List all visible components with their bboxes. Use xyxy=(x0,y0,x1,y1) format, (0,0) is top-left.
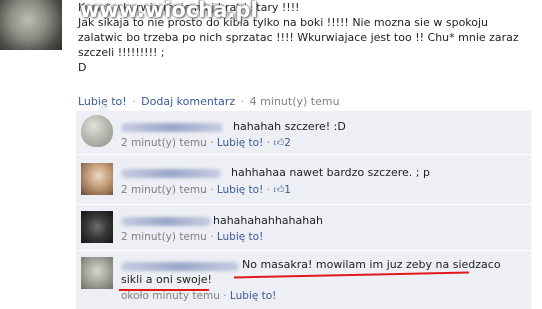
meta-separator: · xyxy=(210,184,214,196)
commenter-avatar[interactable] xyxy=(81,163,113,195)
comment-like-link[interactable]: Lubię to! xyxy=(230,290,276,302)
comment-list: hahahah szczere! :D 2 minut(y) temu · Lu… xyxy=(76,111,531,309)
thumbs-up-icon: 👍︎ xyxy=(273,184,285,196)
add-comment-link[interactable]: Dodaj komentarz xyxy=(141,95,235,108)
commenter-avatar[interactable] xyxy=(81,115,113,147)
comment-list-pointer xyxy=(96,104,110,111)
comment-text: hahahahahhahahah xyxy=(213,214,323,227)
commenter-avatar[interactable] xyxy=(81,211,113,243)
comment-text-line1: No masakra! mowilam im juz zeby na siedz… xyxy=(242,258,501,271)
commenter-name-blurred[interactable] xyxy=(121,169,221,178)
comment-like-count[interactable]: 1 xyxy=(284,184,291,196)
comment-text: hahahah szczere! :D xyxy=(233,120,346,133)
comment-meta: 2 minut(y) temu · Lubię to! · 👍︎2 xyxy=(121,136,291,149)
comment-timestamp[interactable]: 2 minut(y) temu xyxy=(121,137,207,149)
comment-text-line2: sikli a oni swoje! xyxy=(121,273,212,286)
highlight-underline xyxy=(234,271,469,279)
comment-meta: 2 minut(y) temu · Lubię to! · 👍︎1 xyxy=(121,183,291,196)
post-author-avatar[interactable] xyxy=(0,0,62,50)
comment-meta: około minuty temu · Lubię to! xyxy=(121,290,276,302)
post-body-text: Kurw* wkurwia mnie moj brat i stary !!!!… xyxy=(78,1,519,74)
meta-separator: · xyxy=(240,95,245,108)
comment-like-count[interactable]: 2 xyxy=(284,137,291,149)
meta-separator: · xyxy=(132,95,136,108)
post-timestamp[interactable]: 4 minut(y) temu xyxy=(250,95,340,108)
comment-item: hahahah szczere! :D 2 minut(y) temu · Lu… xyxy=(76,111,531,153)
meta-separator: · xyxy=(210,137,214,149)
comment-timestamp[interactable]: 2 minut(y) temu xyxy=(121,231,207,243)
commenter-avatar[interactable] xyxy=(81,257,113,289)
commenter-name-blurred[interactable] xyxy=(121,123,223,132)
comment-meta: 2 minut(y) temu · Lubię to! xyxy=(121,231,263,243)
comment-timestamp[interactable]: 2 minut(y) temu xyxy=(121,184,207,196)
comment-like-link[interactable]: Lubię to! xyxy=(217,137,263,149)
comment-item: hahhahaa nawet bardzo szczere. ; p 2 min… xyxy=(76,155,531,203)
commenter-name-blurred[interactable] xyxy=(121,262,239,271)
comment-text: hahhahaa nawet bardzo szczere. ; p xyxy=(231,166,430,179)
meta-separator: · xyxy=(266,184,270,196)
comment-item: No masakra! mowilam im juz zeby na siedz… xyxy=(76,251,531,309)
thumbs-up-icon: 👍︎ xyxy=(273,137,285,149)
meta-separator: · xyxy=(266,137,270,149)
comment-item: hahahahahhahahah 2 minut(y) temu · Lubię… xyxy=(76,205,531,249)
comment-like-link[interactable]: Lubię to! xyxy=(217,231,263,243)
commenter-name-blurred[interactable] xyxy=(121,217,211,226)
meta-separator: · xyxy=(223,290,227,302)
meta-separator: · xyxy=(210,231,214,243)
post-action-bar: Lubię to! · Dodaj komentarz · 4 minut(y)… xyxy=(78,95,340,108)
comment-timestamp[interactable]: około minuty temu xyxy=(121,290,220,302)
comment-like-link[interactable]: Lubię to! xyxy=(217,184,263,196)
